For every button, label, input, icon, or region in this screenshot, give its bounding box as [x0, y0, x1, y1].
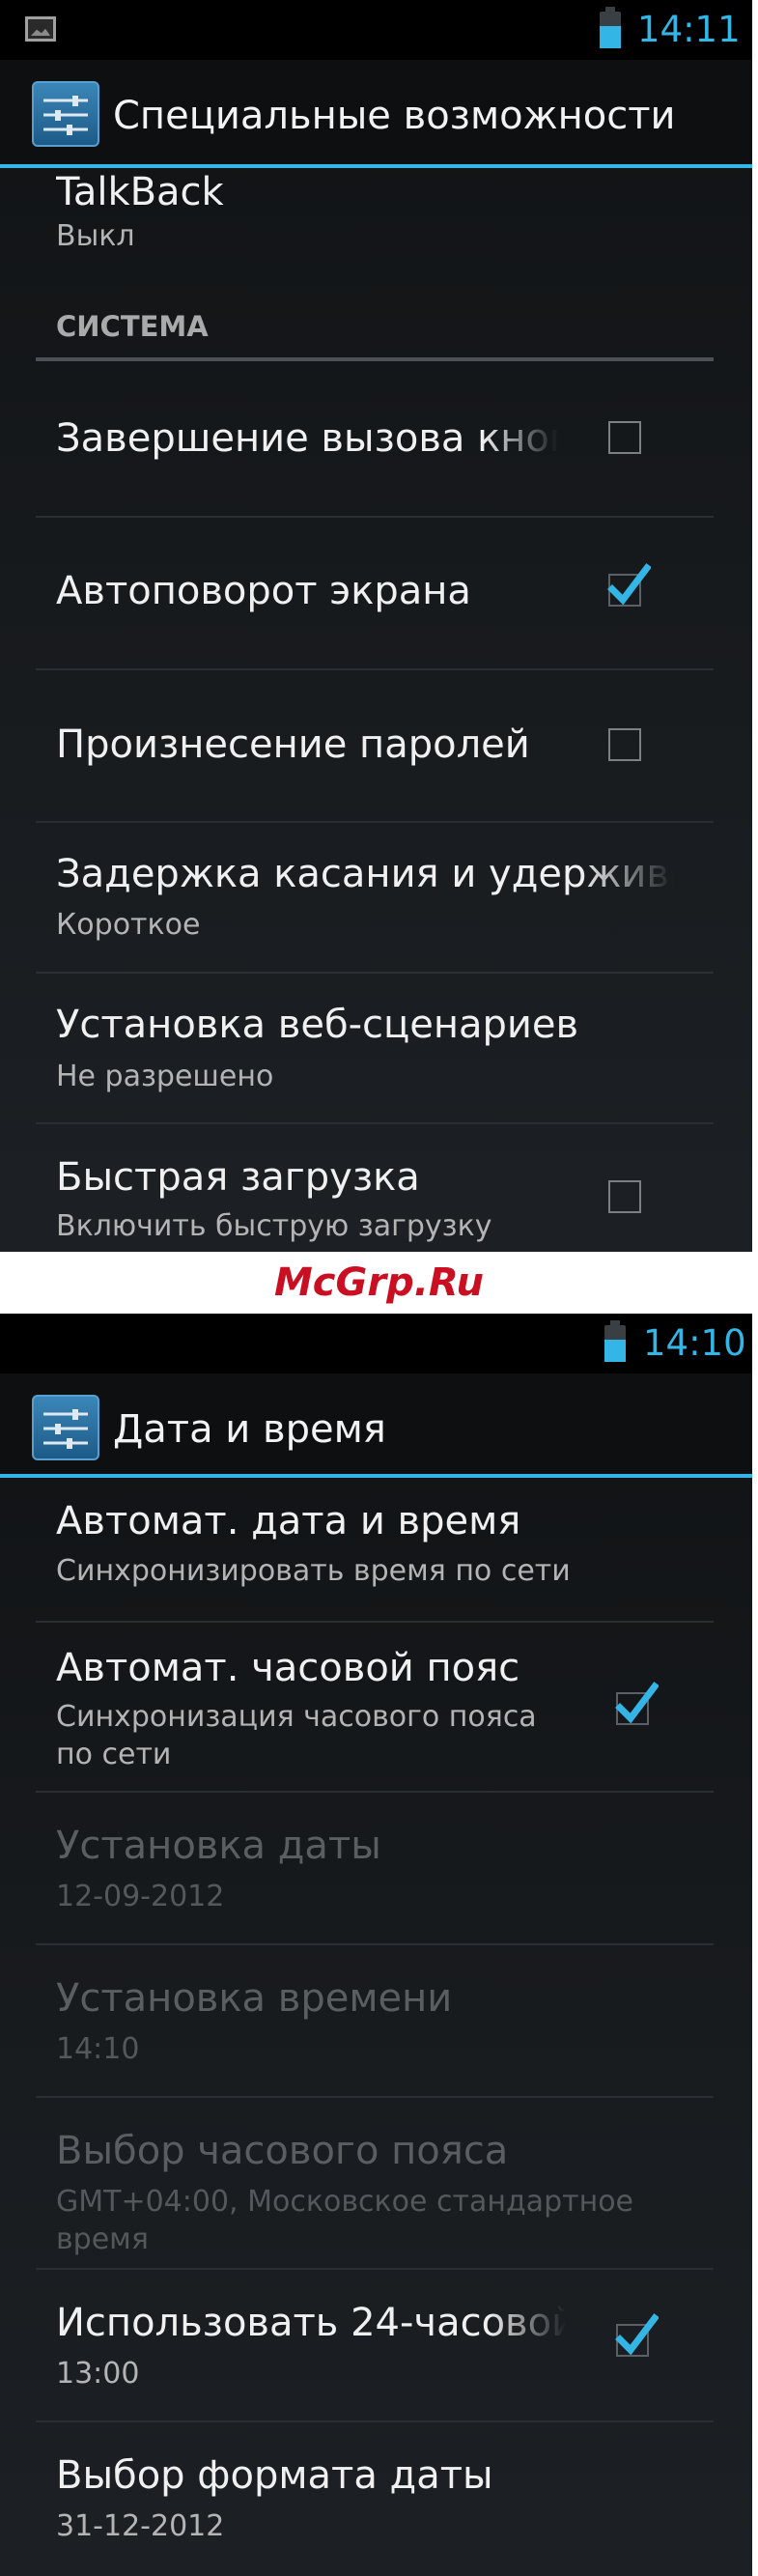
section-header-system: СИСТЕМА — [56, 310, 209, 343]
item-summary: 12-09-2012 — [56, 1880, 225, 1913]
item-summary: 31-12-2012 — [56, 2509, 225, 2543]
list-item-end-call-power[interactable]: Завершение вызова кнопкой питания — [0, 361, 752, 516]
item-title: Использовать 24-часовой формат — [56, 2301, 566, 2345]
action-bar: Специальные возможности — [0, 60, 752, 168]
list-item-set-date: Установка даты 12-09-2012 — [0, 1793, 752, 1945]
item-title: Автомат. часовой пояс — [56, 1646, 520, 1690]
item-title: Произнесение паролей — [56, 722, 530, 767]
item-title: Установка времени — [56, 1976, 453, 2021]
item-summary: GMT+04:00, Московское стандартное — [56, 2185, 634, 2219]
auto-rotate-checkbox[interactable] — [607, 563, 651, 607]
item-summary: Синхронизация часового пояса — [56, 1700, 537, 1734]
item-summary: Включить быструю загрузку — [56, 1209, 492, 1243]
accessibility-screen: 14:11 Специальные возможности TalkBack В… — [0, 0, 752, 1252]
list-item-fast-boot[interactable]: Быстрая загрузка Включить быструю загруз… — [0, 1124, 752, 1252]
item-title: Задержка касания и удерживания — [56, 852, 674, 896]
list-item-auto-date-time[interactable]: Автомат. дата и время Синхронизировать в… — [0, 1478, 752, 1623]
list-item-auto-rotate[interactable]: Автоповорот экрана — [0, 518, 752, 668]
item-summary: 14:10 — [56, 2032, 140, 2066]
item-title: Автоповорот экрана — [56, 569, 471, 613]
item-summary: Синхронизировать время по сети — [56, 1554, 571, 1588]
settings-app-icon[interactable] — [32, 81, 99, 147]
settings-app-icon[interactable] — [32, 1395, 99, 1460]
checkmark-icon — [615, 1682, 659, 1724]
list-item-web-scripts[interactable]: Установка веб-сценариев Не разрешено — [0, 974, 752, 1124]
status-clock: 14:11 — [637, 9, 741, 50]
24-hour-checkbox[interactable] — [615, 2313, 659, 2357]
list-item-select-timezone: Выбор часового пояса GMT+04:00, Московск… — [0, 2098, 752, 2268]
item-title: TalkBack — [56, 170, 224, 214]
item-title: Установка даты — [56, 1824, 381, 1868]
list-item-touch-hold-delay[interactable]: Задержка касания и удерживания Короткое — [0, 823, 752, 974]
item-title: Завершение вызова кнопкой питания — [56, 416, 558, 461]
speak-passwords-checkbox[interactable] — [608, 728, 641, 761]
list-item-24-hour-format[interactable]: Использовать 24-часовой формат 13:00 — [0, 2270, 752, 2422]
item-summary: Короткое — [56, 908, 201, 942]
checkmark-icon — [607, 563, 651, 606]
auto-timezone-checkbox[interactable] — [615, 1682, 659, 1725]
item-title: Автомат. дата и время — [56, 1499, 521, 1543]
end-call-checkbox[interactable] — [608, 421, 641, 454]
status-bar: 14:11 — [0, 0, 752, 60]
gallery-notification-icon — [25, 16, 56, 42]
list-item-set-time: Установка времени 14:10 — [0, 1945, 752, 2098]
item-title: Быстрая загрузка — [56, 1155, 420, 1200]
action-bar: Дата и время — [0, 1373, 752, 1478]
battery-icon — [604, 1320, 626, 1362]
list-item-date-format[interactable]: Выбор формата даты 31-12-2012 — [0, 2422, 752, 2576]
fast-boot-checkbox[interactable] — [608, 1180, 641, 1213]
date-time-screen: 14:10 Дата и время Автомат. дата и время… — [0, 1314, 752, 2576]
status-clock: 14:10 — [643, 1322, 746, 1364]
watermark-text: McGrp.Ru — [274, 1260, 484, 1305]
checkmark-icon — [615, 2313, 659, 2356]
battery-icon — [600, 7, 621, 48]
item-summary: время — [56, 2222, 149, 2256]
item-title: Установка веб-сценариев — [56, 1003, 579, 1047]
page-title: Дата и время — [113, 1407, 386, 1452]
list-item-speak-passwords[interactable]: Произнесение паролей — [0, 670, 752, 821]
list-item-auto-timezone[interactable]: Автомат. часовой пояс Синхронизация часо… — [0, 1623, 752, 1793]
item-summary: Не разрешено — [56, 1060, 274, 1093]
item-summary: Выкл — [56, 219, 135, 253]
item-title: Выбор часового пояса — [56, 2129, 509, 2173]
item-title: Выбор формата даты — [56, 2453, 493, 2498]
item-summary: 13:00 — [56, 2357, 140, 2391]
talkback-item[interactable]: TalkBack Выкл — [0, 168, 752, 272]
status-bar: 14:10 — [0, 1314, 752, 1373]
item-summary: по сети — [56, 1738, 172, 1771]
page-title: Специальные возможности — [113, 94, 676, 138]
